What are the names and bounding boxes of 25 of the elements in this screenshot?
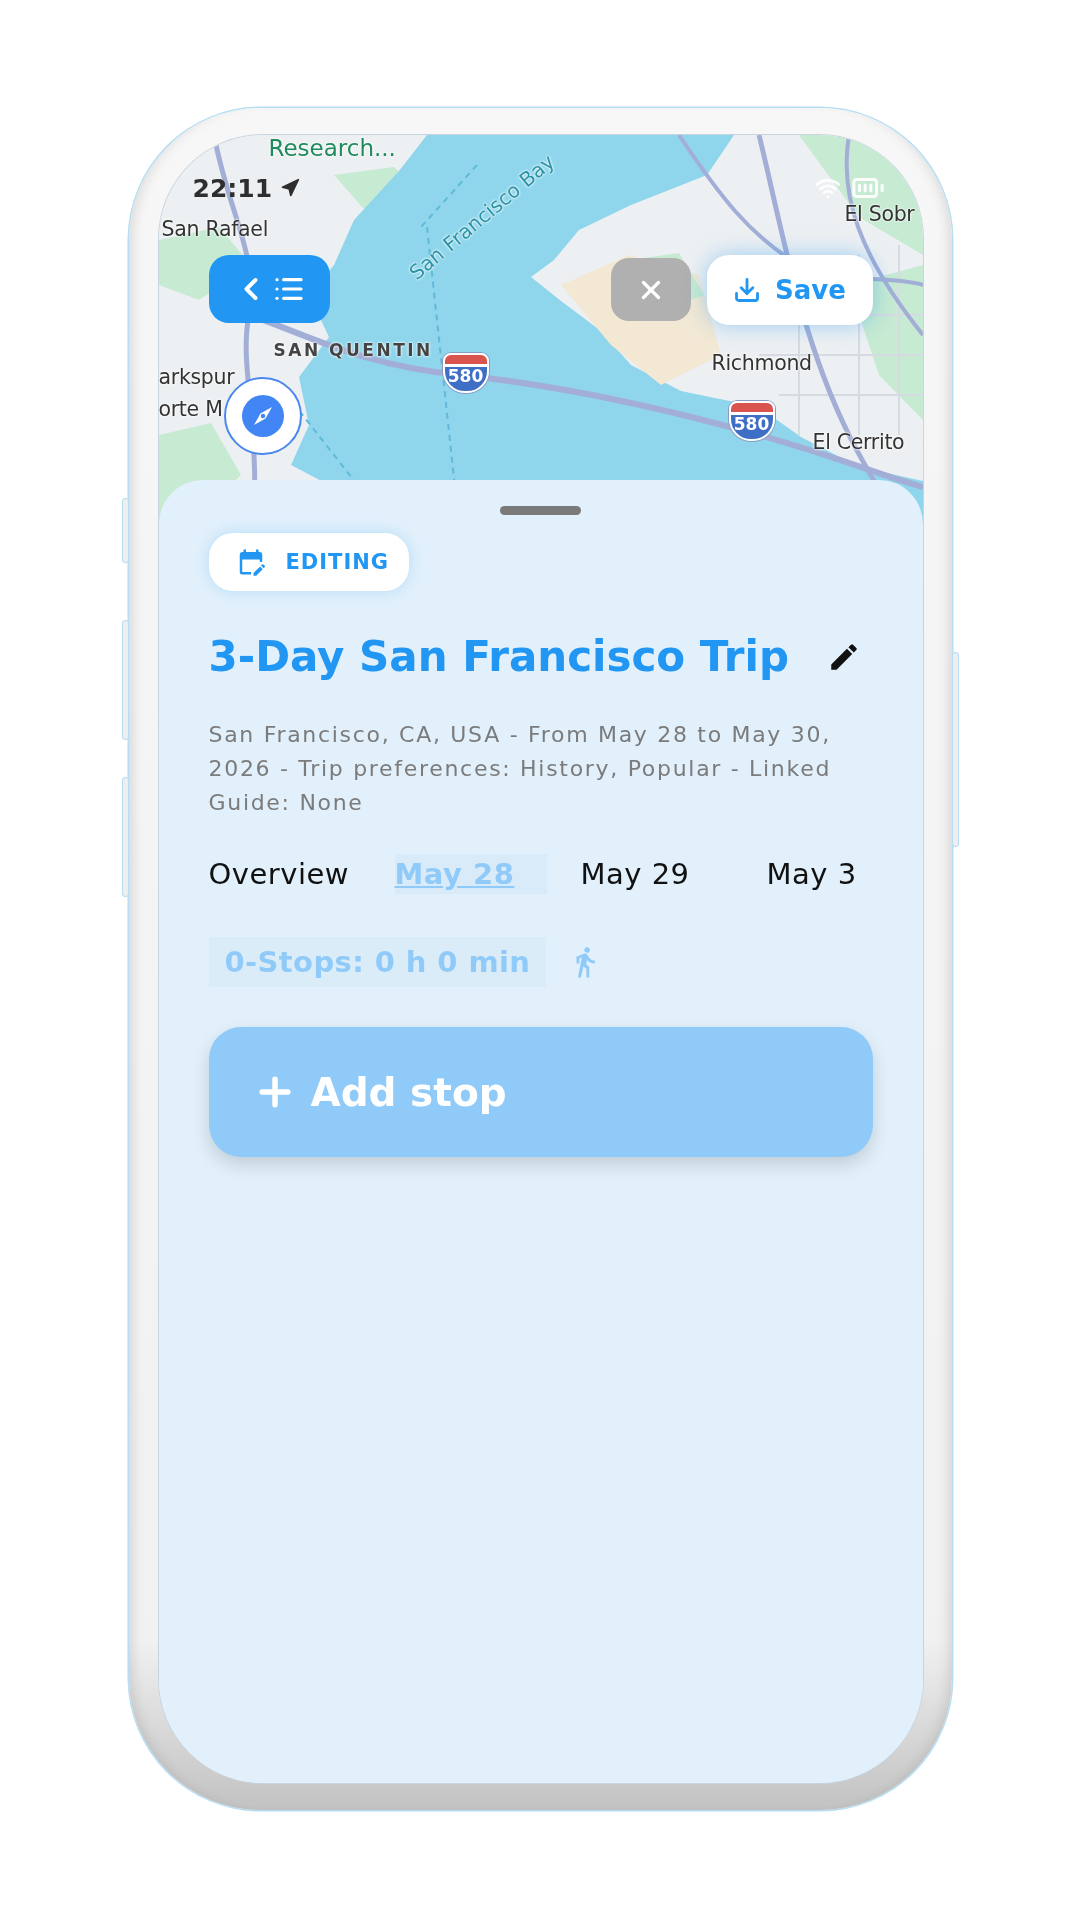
download-icon — [733, 276, 762, 304]
map-place-label: Research... — [268, 135, 396, 163]
map-place-label: arkspur — [158, 365, 235, 390]
day-tab[interactable]: Overview — [208, 854, 361, 894]
route-shield: 580 — [728, 401, 775, 441]
trip-title: 3-Day San Francisco Trip — [208, 631, 789, 683]
day-tab[interactable]: May 3 — [766, 854, 857, 894]
stops-summary: 0-Stops: 0 h 0 min — [208, 937, 547, 987]
status-time: 22:11 — [192, 173, 273, 203]
map-place-label: El Cerrito — [812, 430, 905, 455]
trip-description: San Francisco, CA, USA - From May 28 to May 30, 2026 - Trip preferences: History, Popular - Linked Guide: None — [208, 721, 833, 817]
location-arrow-icon — [280, 178, 301, 198]
map-place-label: SAN QUENTIN — [273, 340, 433, 361]
map-place-label: Richmond — [711, 351, 812, 376]
back-to-list-button[interactable] — [208, 255, 330, 323]
map-place-label: El Sobr — [844, 202, 915, 227]
route-shield: 580 — [442, 353, 489, 393]
map-place-label: orte M — [158, 397, 223, 422]
close-button[interactable] — [610, 258, 691, 321]
drag-handle[interactable] — [500, 506, 581, 515]
map-place-label: San Rafael — [161, 217, 269, 242]
side-key-drawing — [121, 498, 129, 563]
day-tab[interactable]: May 29 — [580, 854, 733, 894]
badge-label: EDITING — [285, 550, 390, 574]
compass-icon — [241, 395, 284, 437]
